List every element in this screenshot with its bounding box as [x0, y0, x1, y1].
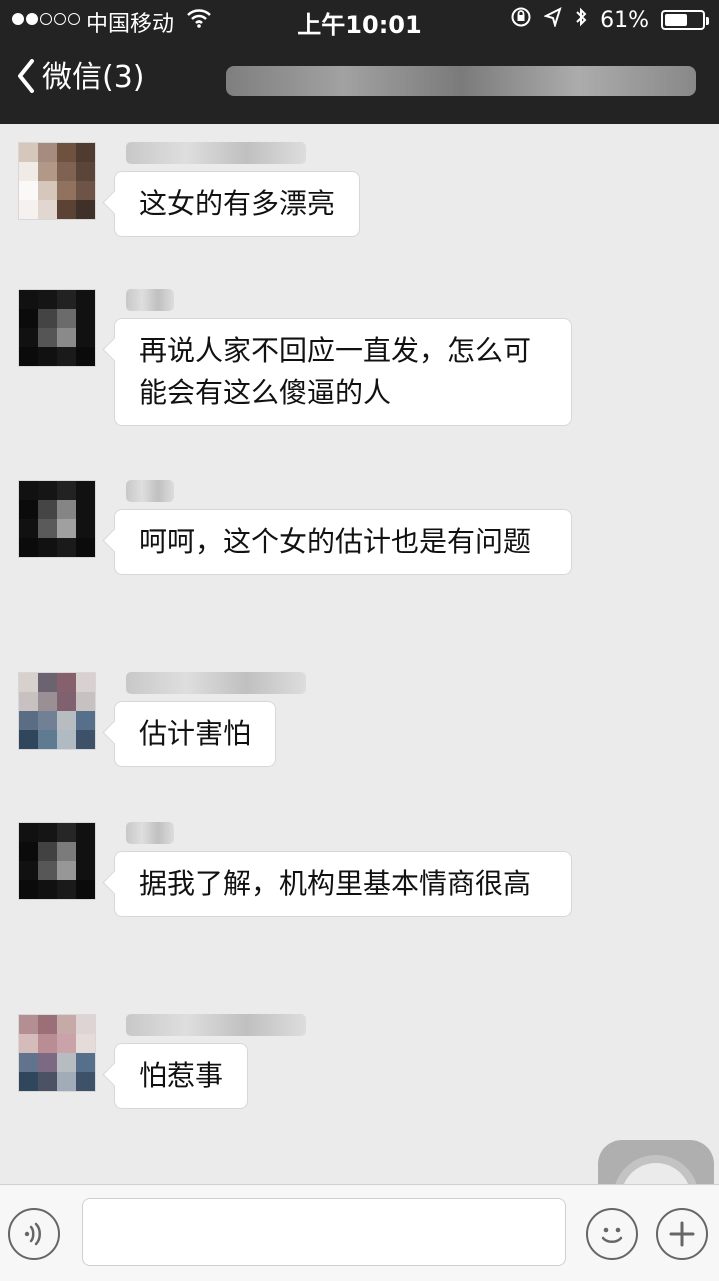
- sender-name: [126, 1014, 306, 1036]
- status-bar: 中国移动 上午10:01 61%: [0, 0, 719, 40]
- message-bubble[interactable]: 这女的有多漂亮: [114, 171, 361, 237]
- message-bubble[interactable]: 据我了解，机构里基本情商很高: [114, 851, 572, 917]
- sender-name: [126, 480, 174, 502]
- message-bubble[interactable]: 怕惹事: [114, 1043, 249, 1109]
- top-bar: 中国移动 上午10:01 61% 微信(3): [0, 0, 719, 124]
- battery-fill: [665, 14, 687, 26]
- bluetooth-icon: [574, 6, 588, 34]
- back-label: 微信(3): [42, 60, 145, 95]
- message-input[interactable]: [82, 1198, 566, 1266]
- right-status-icons: 61%: [510, 6, 709, 34]
- avatar[interactable]: [18, 142, 96, 220]
- voice-button[interactable]: [8, 1208, 60, 1260]
- sender-name: [126, 822, 174, 844]
- battery-label: 61%: [600, 7, 649, 33]
- avatar[interactable]: [18, 1014, 96, 1092]
- avatar[interactable]: [18, 289, 96, 367]
- more-button[interactable]: [656, 1208, 708, 1260]
- sender-name: [126, 289, 174, 311]
- chat-list: 这女的有多漂亮 再说人家不回应一直发，怎么可能会有这么傻逼的人 呵呵，这个女的估…: [0, 124, 719, 1184]
- avatar[interactable]: [18, 480, 96, 558]
- battery-icon: [661, 10, 709, 30]
- sender-name: [126, 672, 306, 694]
- sender-name: [126, 142, 306, 164]
- plus-icon: [669, 1221, 695, 1247]
- location-icon: [543, 7, 562, 33]
- chevron-left-icon: [16, 59, 36, 97]
- lock-rotation-icon: [510, 6, 532, 34]
- voice-icon: [24, 1222, 41, 1246]
- message-bubble[interactable]: 再说人家不回应一直发，怎么可能会有这么傻逼的人: [114, 318, 572, 426]
- avatar[interactable]: [18, 822, 96, 900]
- back-button[interactable]: 微信(3): [16, 58, 145, 98]
- avatar[interactable]: [18, 672, 96, 750]
- chat-title: [226, 66, 696, 96]
- message-bubble[interactable]: 估计害怕: [114, 701, 277, 767]
- emoji-button[interactable]: [586, 1208, 638, 1260]
- nav-bar: 微信(3): [0, 40, 719, 124]
- emoji-icon: [601, 1227, 623, 1243]
- input-toolbar: [0, 1184, 719, 1281]
- message-bubble[interactable]: 呵呵，这个女的估计也是有问题: [114, 509, 572, 575]
